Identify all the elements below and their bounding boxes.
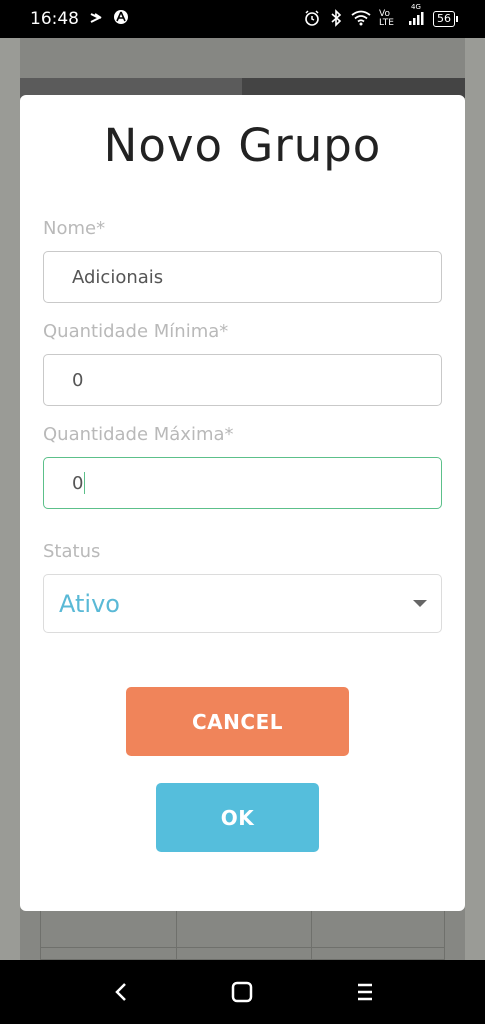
network-label: Vo LTE (379, 9, 394, 28)
app-notification-icon (113, 9, 129, 29)
nome-value: Adicionais (72, 266, 164, 288)
background-table (40, 910, 445, 960)
signal-icon: 4G (409, 3, 425, 28)
nome-label: Nome* (43, 218, 106, 239)
bluetooth-icon (329, 8, 343, 30)
quantidade-minima-label: Quantidade Mínima* (43, 321, 229, 342)
quantidade-maxima-value: 0 (72, 472, 84, 494)
status-selected-value: Ativo (59, 589, 120, 618)
network-type-label: 4G (411, 2, 421, 11)
ok-button[interactable]: OK (156, 783, 319, 852)
status-label: Status (43, 541, 101, 562)
quantidade-minima-input[interactable]: 0 (43, 354, 442, 406)
dialog-title: Novo Grupo (103, 119, 382, 172)
nome-input[interactable]: Adicionais (43, 251, 442, 303)
quantidade-minima-value: 0 (72, 369, 84, 391)
alarm-icon (303, 9, 321, 30)
navigation-bar (0, 960, 485, 1024)
text-cursor (84, 472, 86, 494)
screen-record-icon (89, 10, 103, 29)
quantidade-maxima-label: Quantidade Máxima* (43, 424, 234, 445)
quantidade-maxima-input[interactable]: 0 (43, 457, 442, 509)
status-bar: 16:48 Vo LTE 4G 56 (0, 0, 485, 38)
dropdown-arrow-icon (413, 600, 427, 607)
back-icon[interactable] (112, 980, 132, 1008)
cancel-button[interactable]: CANCEL (126, 687, 349, 756)
new-group-dialog: Novo Grupo Nome* Adicionais Quantidade M… (20, 95, 465, 911)
recents-icon[interactable] (355, 980, 375, 1008)
status-select[interactable]: Ativo (43, 574, 442, 633)
wifi-icon (351, 10, 371, 29)
home-icon[interactable] (231, 980, 253, 1008)
battery-icon: 56 (433, 11, 458, 27)
status-time: 16:48 (30, 9, 79, 29)
